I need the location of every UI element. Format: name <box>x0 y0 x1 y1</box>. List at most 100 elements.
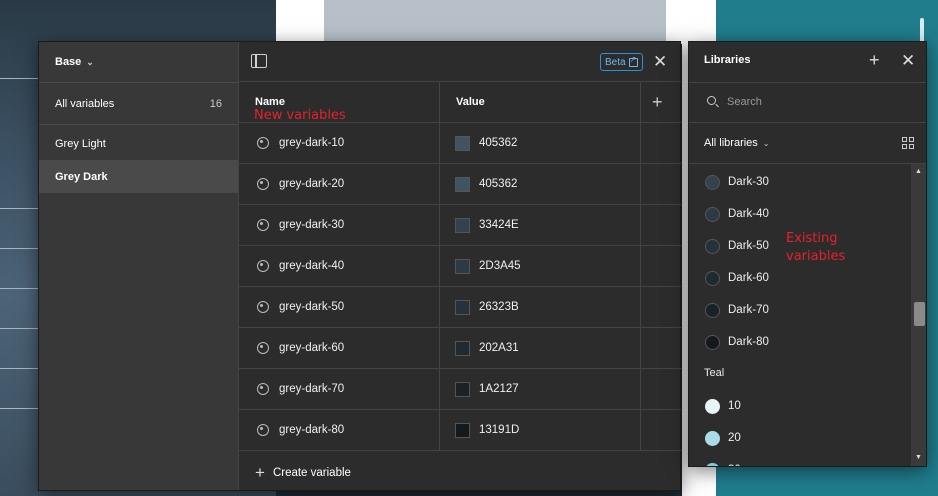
variable-value: 33424E <box>479 219 519 231</box>
color-variable-icon <box>257 260 269 272</box>
library-variable-label: Dark-30 <box>728 176 769 188</box>
color-swatch[interactable] <box>455 300 470 315</box>
color-variable-icon <box>257 219 269 231</box>
modes-sidebar: Base ⌄ All variables 16 Grey Light Grey … <box>39 42 239 490</box>
table-row[interactable]: grey-dark-20 405362 <box>239 164 681 205</box>
beta-label: Beta <box>605 56 626 68</box>
library-group-label: Teal <box>704 367 725 379</box>
table-row[interactable]: grey-dark-10 405362 <box>239 123 681 164</box>
list-item[interactable]: 10 <box>689 390 911 422</box>
sidebar-item-label: All variables <box>55 97 115 110</box>
library-filter-dropdown[interactable]: All libraries ⌄ <box>704 137 770 149</box>
color-swatch[interactable] <box>455 218 470 233</box>
list-item[interactable]: Dark-60 <box>689 262 911 294</box>
color-variable-icon <box>257 178 269 190</box>
color-swatch[interactable] <box>455 177 470 192</box>
create-variable-label: Create variable <box>272 466 351 479</box>
list-item[interactable]: Dark-30 <box>689 166 911 198</box>
canvas-line <box>0 78 40 79</box>
color-swatch[interactable] <box>455 423 470 438</box>
variable-name: grey-dark-60 <box>279 342 345 354</box>
table-row[interactable]: grey-dark-60 202A31 <box>239 328 681 369</box>
sidebar-item-all-variables[interactable]: All variables 16 <box>39 87 238 120</box>
table-row[interactable]: grey-dark-80 13191D <box>239 410 681 451</box>
variable-value: 405362 <box>479 178 518 190</box>
divider <box>689 122 926 123</box>
create-variable-button[interactable]: + Create variable <box>255 464 351 481</box>
plus-icon: + <box>255 463 265 482</box>
list-item[interactable]: 30 <box>689 454 911 466</box>
scrollbar[interactable]: ▲ ▼ <box>911 164 926 466</box>
color-swatch[interactable] <box>455 382 470 397</box>
color-swatch <box>705 270 720 286</box>
chevron-down-icon: ⌄ <box>762 138 770 148</box>
sidebar-item-grey-dark[interactable]: Grey Dark <box>39 160 238 193</box>
scroll-up-icon[interactable]: ▲ <box>915 168 922 175</box>
collection-dropdown[interactable]: Base ⌄ <box>55 56 94 68</box>
close-icon[interactable]: ✕ <box>901 52 915 69</box>
grid-view-icon[interactable] <box>902 137 914 149</box>
color-swatch <box>705 174 720 190</box>
divider <box>39 124 238 125</box>
canvas-frame <box>276 0 324 44</box>
column-header-value: Value <box>456 96 485 108</box>
color-variable-icon <box>257 301 269 313</box>
canvas-line <box>0 368 40 369</box>
divider <box>39 82 238 83</box>
color-variable-icon <box>257 137 269 149</box>
canvas-frame <box>666 0 716 44</box>
variable-value: 13191D <box>479 424 520 436</box>
add-mode-plus-icon[interactable]: + <box>652 92 663 113</box>
canvas-line <box>0 208 40 209</box>
list-item[interactable]: Dark-70 <box>689 294 911 326</box>
variable-name: grey-dark-30 <box>279 219 345 231</box>
library-variable-label: 10 <box>728 400 741 412</box>
search-icon <box>707 96 716 105</box>
variable-count: 16 <box>209 97 222 110</box>
scrollbar-thumb[interactable] <box>914 302 925 326</box>
close-icon[interactable]: ✕ <box>653 53 667 70</box>
variable-value: 26323B <box>479 301 519 313</box>
library-search <box>689 82 926 122</box>
table-row[interactable]: grey-dark-70 1A2127 <box>239 369 681 410</box>
list-item[interactable]: Dark-40 <box>689 198 911 230</box>
list-item[interactable]: Dark-50 <box>689 230 911 262</box>
variable-value: 405362 <box>479 137 518 149</box>
color-swatch[interactable] <box>455 259 470 274</box>
variable-name: grey-dark-70 <box>279 383 345 395</box>
beta-badge[interactable]: Beta <box>600 53 643 71</box>
table-row[interactable]: grey-dark-50 26323B <box>239 287 681 328</box>
color-swatch[interactable] <box>455 136 470 151</box>
color-variable-icon <box>257 342 269 354</box>
variable-name: grey-dark-40 <box>279 260 345 272</box>
variable-name: grey-dark-10 <box>279 137 345 149</box>
sidebar-item-grey-light[interactable]: Grey Light <box>39 127 238 160</box>
libraries-panel: Libraries + ✕ All libraries ⌄ Existing v… <box>688 41 927 467</box>
color-swatch[interactable] <box>455 341 470 356</box>
canvas-line <box>0 288 40 289</box>
table-row[interactable]: grey-dark-30 33424E <box>239 205 681 246</box>
color-swatch <box>705 462 720 466</box>
external-link-icon <box>628 55 638 67</box>
color-swatch <box>705 302 720 318</box>
library-variable-label: Dark-60 <box>728 272 769 284</box>
library-variable-label: Dark-40 <box>728 208 769 220</box>
variable-name: grey-dark-50 <box>279 301 345 313</box>
variable-name: grey-dark-80 <box>279 424 345 436</box>
color-swatch <box>705 334 720 350</box>
color-swatch <box>705 206 720 222</box>
variable-value: 2D3A45 <box>479 260 521 272</box>
sidebar-toggle-icon[interactable] <box>251 54 267 68</box>
variable-value: 1A2127 <box>479 383 519 395</box>
search-input[interactable] <box>727 92 907 112</box>
list-item[interactable]: Dark-80 <box>689 326 911 358</box>
plus-icon[interactable]: + <box>869 51 880 69</box>
variable-value: 202A31 <box>479 342 519 354</box>
sidebar-item-label: Grey Dark <box>55 170 108 183</box>
list-item[interactable]: 20 <box>689 422 911 454</box>
library-filter-label: All libraries <box>704 137 758 149</box>
table-row[interactable]: grey-dark-40 2D3A45 <box>239 246 681 287</box>
color-variable-icon <box>257 424 269 436</box>
scroll-down-icon[interactable]: ▼ <box>915 454 922 461</box>
libraries-title: Libraries <box>704 54 751 66</box>
